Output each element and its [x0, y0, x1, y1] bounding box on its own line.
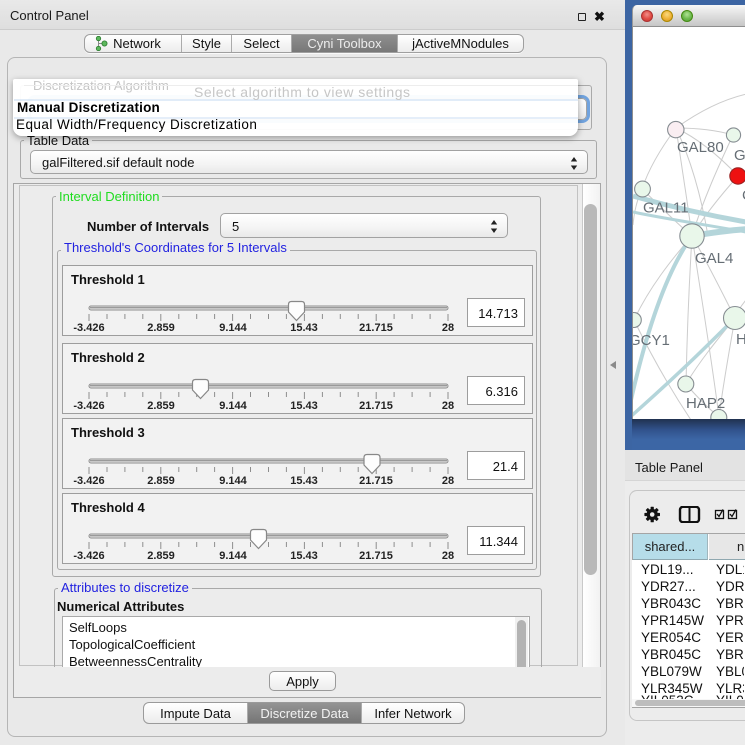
- svg-text:HAP2: HAP2: [686, 395, 725, 412]
- svg-text:GAL4: GAL4: [695, 250, 733, 267]
- svg-text:GCY1: GCY1: [633, 332, 670, 349]
- svg-text:H: H: [736, 331, 745, 348]
- svg-text:GAL80: GAL80: [677, 139, 724, 156]
- svg-text:GAL11: GAL11: [643, 200, 689, 217]
- svg-text:G: G: [734, 147, 745, 164]
